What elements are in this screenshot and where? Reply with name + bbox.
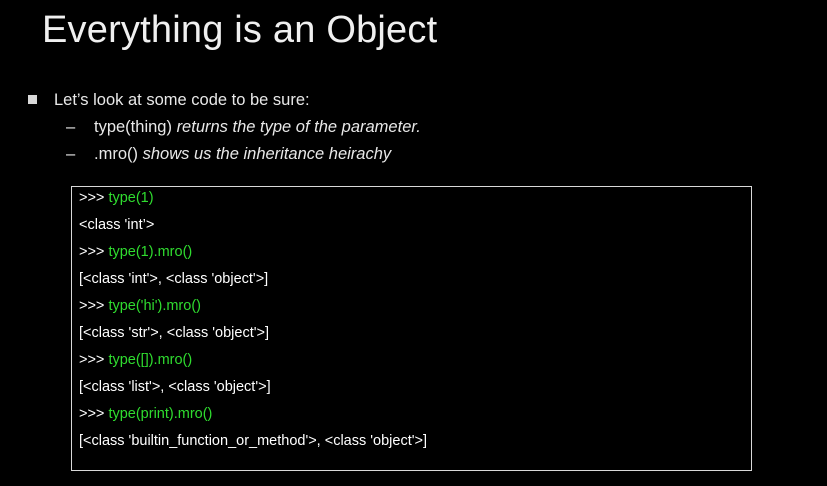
code-prompt: >>> — [79, 244, 105, 260]
code-line-input: >>> type(1).mro() — [79, 244, 192, 260]
bullet-text: Let’s look at some code to be sure: — [54, 91, 310, 109]
subbullet-desc: returns the type of the parameter. — [176, 118, 421, 136]
code-line-output: [<class 'list'>, <class 'object'>] — [79, 379, 271, 395]
code-line-input: >>> type(1) — [79, 190, 154, 206]
subbullet-desc: shows us the inheritance heirachy — [142, 145, 392, 163]
code-line-output: <class 'int’> — [79, 217, 155, 233]
subbullet-code: type(thing) — [94, 118, 172, 136]
subbullet-type: – type(thing) returns the type of the par… — [66, 118, 421, 137]
code-line-output: [<class 'int'>, <class 'object'>] — [79, 271, 269, 287]
code-line-input: >>> type('hi').mro() — [79, 298, 201, 314]
code-command: type(1).mro() — [108, 244, 193, 260]
dash-bullet-icon: – — [66, 118, 76, 136]
subbullet-code: .mro() — [94, 145, 138, 163]
code-command: type([]).mro() — [108, 352, 193, 368]
code-prompt: >>> — [79, 406, 105, 422]
code-prompt: >>> — [79, 298, 105, 314]
code-line-input: >>> type([]).mro() — [79, 352, 192, 368]
subbullet-mro: – .mro() shows us the inheritance heirach… — [66, 145, 391, 164]
code-line-output: [<class 'builtin_function_or_method'>, <… — [79, 433, 427, 449]
bullet-item: Let’s look at some code to be sure: — [28, 91, 310, 110]
slide-title: Everything is an Object — [42, 9, 438, 51]
code-line-output: [<class 'str'>, <class 'object'>] — [79, 325, 269, 341]
square-bullet-icon — [28, 95, 37, 104]
code-prompt: >>> — [79, 352, 105, 368]
code-command: type(print).mro() — [108, 406, 213, 422]
code-command: type('hi').mro() — [108, 298, 201, 314]
code-command: type(1) — [108, 190, 154, 206]
code-prompt: >>> — [79, 190, 105, 206]
dash-bullet-icon: – — [66, 145, 76, 163]
code-line-input: >>> type(print).mro() — [79, 406, 212, 422]
code-sample-box: >>> type(1) <class 'int’> >>> type(1).mr… — [71, 186, 752, 471]
